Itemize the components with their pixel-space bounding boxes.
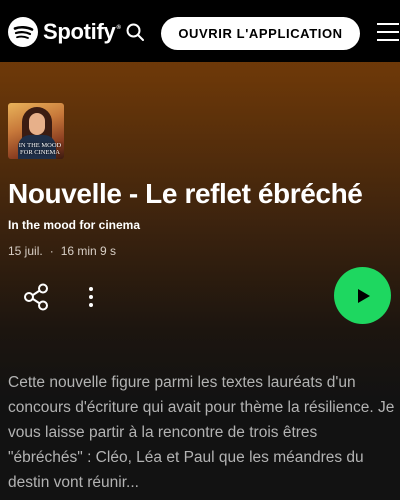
episode-date: 15 juil. xyxy=(8,244,43,258)
open-app-button[interactable]: OUVRIR L'APPLICATION xyxy=(161,17,360,50)
top-bar: Spotify® OUVRIR L'APPLICATION xyxy=(0,0,400,62)
spotify-logo[interactable]: Spotify® xyxy=(8,17,121,47)
spotify-wordmark: Spotify® xyxy=(43,19,121,44)
episode-meta: 15 juil. · 16 min 9 s xyxy=(8,244,116,258)
episode-title: Nouvelle - Le reflet ébréché xyxy=(8,178,363,209)
cover-title-text: IN THE MOOD FOR CINEMA xyxy=(18,142,62,156)
meta-separator: · xyxy=(49,244,54,258)
episode-cover-image: IN THE MOOD FOR CINEMA xyxy=(8,103,64,159)
episode-description: Cette nouvelle figure parmi les textes l… xyxy=(8,374,395,491)
search-icon[interactable] xyxy=(125,22,145,42)
play-button[interactable] xyxy=(334,267,391,324)
more-options-icon[interactable] xyxy=(81,283,101,311)
play-icon xyxy=(357,288,370,303)
spotify-logo-icon xyxy=(8,17,38,47)
episode-page: Spotify® OUVRIR L'APPLICATION IN THE MOO… xyxy=(0,0,400,500)
show-name-link[interactable]: In the mood for cinema xyxy=(8,218,140,232)
share-icon[interactable] xyxy=(22,283,50,311)
episode-duration: 16 min 9 s xyxy=(60,244,117,258)
hamburger-menu-icon[interactable] xyxy=(377,23,399,43)
